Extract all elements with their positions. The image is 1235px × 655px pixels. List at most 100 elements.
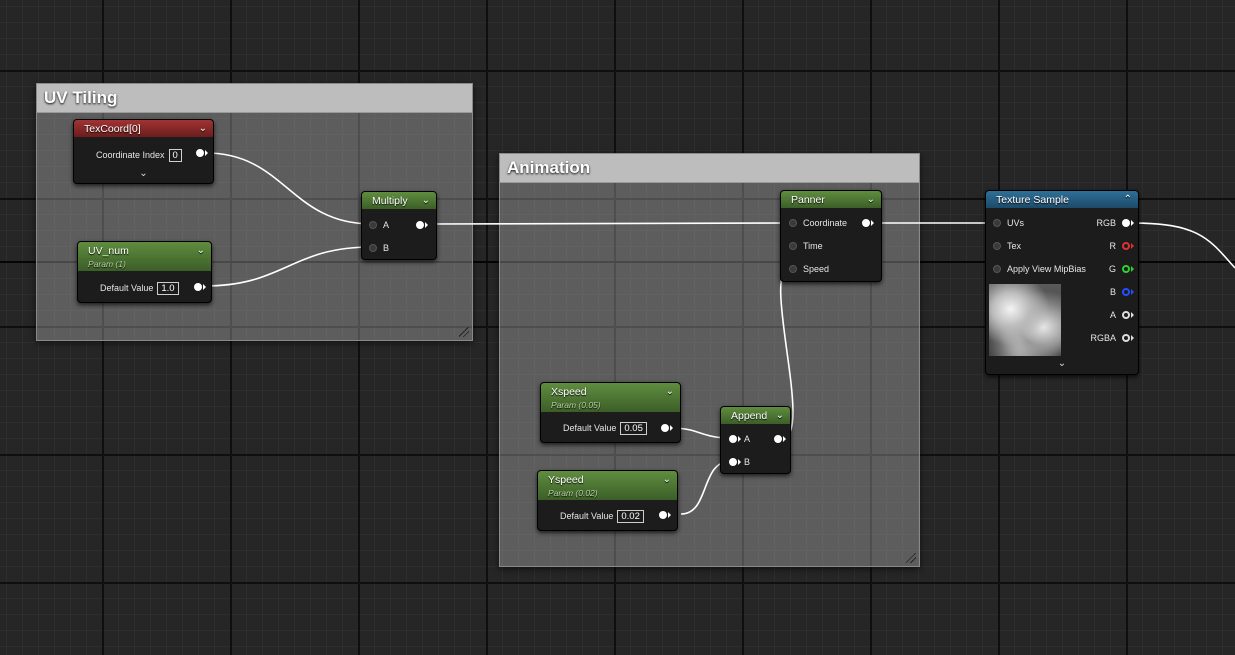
input-pin-b[interactable]	[729, 458, 737, 466]
output-pin[interactable]	[196, 149, 204, 157]
output-pin[interactable]	[194, 283, 202, 291]
output-pin-rgb[interactable]	[1122, 219, 1130, 227]
wire-texcoord-to-multiply-a	[205, 152, 373, 225]
expand-chevron-icon[interactable]: ⌄	[74, 168, 213, 179]
output-pin-rgba[interactable]	[1122, 334, 1130, 342]
node-title: Xspeed	[551, 386, 587, 398]
pin-arrow-icon	[205, 150, 208, 156]
node-yspeed[interactable]: Yspeed Param (0.02) ⌄ Default Value 0.02	[537, 470, 678, 531]
node-uv-num[interactable]: UV_num Param (1) ⌄ Default Value 1.0	[77, 241, 212, 303]
pin-arrow-icon	[425, 222, 428, 228]
pin-arrow-icon	[1131, 335, 1134, 341]
pin-label-rgba: RGBA	[1090, 333, 1116, 343]
node-title: UV_num	[88, 245, 129, 257]
output-pin[interactable]	[416, 221, 424, 229]
node-title: Append	[731, 410, 768, 422]
pin-label-r: R	[1109, 241, 1117, 251]
output-pin[interactable]	[659, 511, 667, 519]
input-pin-b[interactable]	[369, 244, 377, 252]
pin-arrow-icon	[1131, 220, 1134, 226]
output-pin[interactable]	[774, 435, 782, 443]
chevron-down-icon[interactable]: ⌄	[422, 195, 430, 206]
coordinate-index-row: Coordinate Index 0	[96, 149, 182, 162]
output-pin[interactable]	[661, 424, 669, 432]
output-pin-g[interactable]	[1122, 265, 1130, 273]
input-pin-uvs[interactable]	[993, 219, 1001, 227]
node-header[interactable]: TexCoord[0] ⌄	[74, 120, 213, 137]
input-pin-mipbias[interactable]	[993, 265, 1001, 273]
node-header[interactable]: Panner ⌄	[781, 191, 881, 208]
node-header[interactable]: Yspeed Param (0.02) ⌄	[538, 471, 677, 500]
node-header[interactable]: UV_num Param (1) ⌄	[78, 242, 211, 271]
input-pin-tex[interactable]	[993, 242, 1001, 250]
chevron-up-icon[interactable]: ⌃	[1124, 194, 1132, 205]
pin-label-mipbias: Apply View MipBias	[1007, 264, 1086, 274]
node-texcoord[interactable]: TexCoord[0] ⌄ Coordinate Index 0 ⌄	[73, 119, 214, 184]
pin-label-a: A	[1109, 310, 1116, 320]
input-pin-time[interactable]	[789, 242, 797, 250]
node-header[interactable]: Multiply ⌄	[362, 192, 436, 209]
pin-arrow-icon	[203, 284, 206, 290]
chevron-down-icon[interactable]: ⌄	[776, 410, 784, 421]
pin-label-speed: Speed	[803, 264, 830, 274]
output-pin[interactable]	[862, 219, 870, 227]
node-subtitle: Param (0.02)	[548, 488, 598, 498]
output-pin-r[interactable]	[1122, 242, 1130, 250]
default-value-row: Default Value 1.0	[100, 282, 179, 295]
default-value-field[interactable]: 0.02	[617, 510, 644, 523]
node-header[interactable]: Xspeed Param (0.05) ⌄	[541, 383, 680, 412]
default-value-field[interactable]: 1.0	[157, 282, 179, 295]
chevron-down-icon[interactable]: ⌄	[663, 474, 671, 485]
chevron-down-icon[interactable]: ⌄	[867, 194, 875, 205]
pin-label-a: A	[383, 220, 390, 230]
pin-arrow-icon	[738, 436, 741, 442]
input-pin-speed[interactable]	[789, 265, 797, 273]
pin-label-rgb: RGB	[1096, 218, 1116, 228]
node-header[interactable]: Append ⌄	[721, 407, 790, 424]
node-subtitle: Param (1)	[88, 259, 126, 269]
param-label: Default Value	[563, 423, 617, 433]
pin-label-uvs: UVs	[1007, 218, 1025, 228]
pin-arrow-icon	[668, 512, 671, 518]
default-value-field[interactable]: 0.05	[620, 422, 647, 435]
node-texture-sample[interactable]: Texture Sample ⌃ UVs Tex Apply View MipB…	[985, 190, 1139, 375]
pin-arrow-icon	[1131, 289, 1134, 295]
pin-arrow-icon	[783, 436, 786, 442]
output-pin-b[interactable]	[1122, 288, 1130, 296]
expand-chevron-icon[interactable]: ⌄	[986, 358, 1138, 369]
pin-arrow-icon	[1131, 266, 1134, 272]
pin-label-time: Time	[803, 241, 823, 251]
pin-label-a: A	[744, 434, 751, 444]
wire-texture-rgb-out	[1132, 222, 1235, 269]
input-pin-a[interactable]	[729, 435, 737, 443]
node-title: Texture Sample	[996, 194, 1069, 206]
node-title: TexCoord[0]	[84, 123, 141, 135]
param-label: Coordinate Index	[96, 150, 165, 160]
coordinate-index-field[interactable]: 0	[168, 149, 182, 162]
chevron-down-icon[interactable]: ⌄	[197, 245, 205, 256]
default-value-row: Default Value 0.05	[563, 422, 647, 435]
input-pin-coordinate[interactable]	[789, 219, 797, 227]
texture-preview-thumbnail	[989, 284, 1061, 356]
wire-uvnum-to-multiply-b	[203, 246, 373, 287]
node-subtitle: Param (0.05)	[551, 400, 601, 410]
pin-label-g: G	[1108, 264, 1116, 274]
chevron-down-icon[interactable]: ⌄	[666, 386, 674, 397]
node-multiply[interactable]: Multiply ⌄ A B	[361, 191, 437, 260]
pin-arrow-icon	[738, 459, 741, 465]
default-value-row: Default Value 0.02	[560, 510, 644, 523]
pin-label-b: B	[744, 457, 751, 467]
output-pin-a[interactable]	[1122, 311, 1130, 319]
input-pin-a[interactable]	[369, 221, 377, 229]
node-panner[interactable]: Panner ⌄ Coordinate Time Speed	[780, 190, 882, 282]
pin-arrow-icon	[1131, 243, 1134, 249]
chevron-down-icon[interactable]: ⌄	[199, 123, 207, 134]
param-label: Default Value	[560, 511, 614, 521]
pin-arrow-icon	[670, 425, 673, 431]
node-header[interactable]: Texture Sample ⌃	[986, 191, 1138, 208]
node-title: Yspeed	[548, 474, 584, 486]
node-append[interactable]: Append ⌄ A B	[720, 406, 791, 474]
pin-arrow-icon	[1131, 312, 1134, 318]
node-xspeed[interactable]: Xspeed Param (0.05) ⌄ Default Value 0.05	[540, 382, 681, 443]
pin-label-tex: Tex	[1007, 241, 1022, 251]
